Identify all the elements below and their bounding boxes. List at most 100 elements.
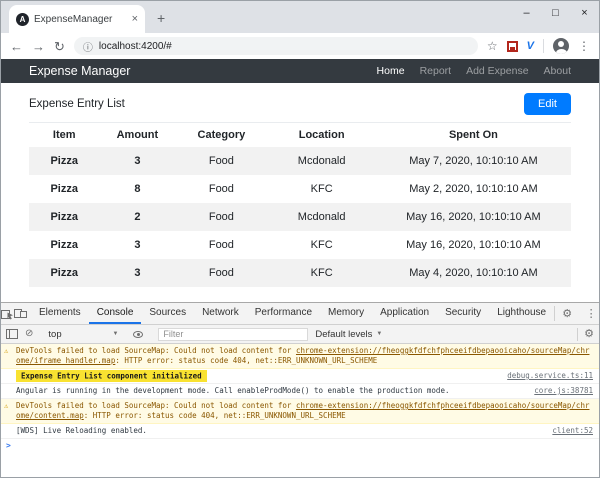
table-cell: Food <box>208 183 234 195</box>
execution-context-label: top <box>48 328 62 340</box>
table-cell: 8 <box>134 183 141 195</box>
console-message: [WDS] Live Reloading enabled. client:52 <box>1 424 599 439</box>
table-cell: May 7, 2020, 10:10:10 AM <box>409 155 538 167</box>
devtools-tab-network[interactable]: Network <box>194 303 247 324</box>
table-cell: Food <box>208 211 234 223</box>
table-cell: 2 <box>134 211 141 223</box>
forward-icon[interactable]: → <box>32 40 45 53</box>
profile-avatar[interactable] <box>553 38 569 54</box>
table-cell: Food <box>208 155 234 167</box>
table-cell: KFC <box>310 267 333 279</box>
log-text: Angular is running in the development mo… <box>16 386 450 395</box>
table-row: Pizza 3 Food KFC May 16, 2020, 10:10:10 AM <box>29 231 571 259</box>
edit-button[interactable]: Edit <box>524 93 571 115</box>
table-cell: May 16, 2020, 10:10:10 AM <box>406 211 541 223</box>
log-text-tail: : HTTP error: status code 404, net::ERR_… <box>83 411 346 420</box>
execution-context-dropdown[interactable]: top ▼ <box>48 329 118 340</box>
source-location-link[interactable]: debug.service.ts:11 <box>495 371 593 381</box>
expense-table-head: Item Amount Category Location Spent On <box>29 122 571 147</box>
table-cell: May 16, 2020, 10:10:10 AM <box>406 239 541 251</box>
column-header-item: Item <box>29 122 100 147</box>
nav-item-about[interactable]: About <box>544 65 571 77</box>
page-info-icon[interactable]: ⓘ <box>83 39 93 54</box>
warning-icon: ⚠ <box>4 402 9 410</box>
devtools-tab-console[interactable]: Console <box>88 303 142 324</box>
console-message-text: Angular is running in the development mo… <box>16 386 522 396</box>
back-icon[interactable]: ← <box>10 40 23 53</box>
divider <box>543 39 544 53</box>
devtools-tab-memory[interactable]: Memory <box>320 303 372 324</box>
page-header: Expense Entry List Edit <box>29 89 571 119</box>
table-row: Pizza 3 Food Mcdonald May 7, 2020, 10:10:10 … <box>29 147 571 175</box>
maximize-button[interactable]: □ <box>541 1 570 25</box>
console-message: ⚠ DevTools failed to load SourceMap: Coul… <box>1 399 599 424</box>
inspect-element-icon[interactable] <box>1 303 14 324</box>
devtools-settings-icon[interactable]: ⚙ <box>555 303 579 324</box>
clear-console-icon[interactable]: ⊘ <box>25 329 33 339</box>
console-toolbar-right: ⚙ <box>577 325 594 344</box>
tab-close-icon[interactable]: × <box>132 13 138 25</box>
app-navbar: Expense Manager Home Report Add Expense Abo… <box>1 59 599 83</box>
url-text: localhost:4200/# <box>98 40 172 52</box>
table-row: Pizza 3 Food KFC May 4, 2020, 10:10:10 AM <box>29 259 571 287</box>
extension-v-icon[interactable]: V <box>527 40 534 52</box>
console-message-text: DevTools failed to load SourceMap: Could… <box>16 401 593 421</box>
devtools-tab-sources[interactable]: Sources <box>141 303 194 324</box>
device-toolbar-icon[interactable] <box>14 303 27 324</box>
log-text-tail: : HTTP error: status code 404, net::ERR_… <box>115 356 378 365</box>
column-header-spent-on: Spent On <box>375 122 571 147</box>
reload-icon[interactable]: ↻ <box>54 40 65 53</box>
console-settings-icon[interactable]: ⚙ <box>584 328 594 340</box>
table-cell: KFC <box>310 239 333 251</box>
console-filter-input[interactable] <box>158 327 309 341</box>
log-levels-label: Default levels <box>315 328 373 340</box>
angular-favicon-icon: A <box>16 12 29 26</box>
devtools-tab-performance[interactable]: Performance <box>247 303 320 324</box>
console-message-text: [WDS] Live Reloading enabled. <box>16 426 540 436</box>
nav-item-home[interactable]: Home <box>377 65 405 77</box>
devtools-tab-security[interactable]: Security <box>437 303 489 324</box>
live-expression-eye-icon[interactable] <box>133 330 144 338</box>
column-header-category: Category <box>175 122 268 147</box>
table-cell: KFC <box>310 183 333 195</box>
column-header-location: Location <box>267 122 376 147</box>
app-brand[interactable]: Expense Manager <box>29 64 130 78</box>
url-field[interactable]: ⓘ localhost:4200/# <box>73 37 478 55</box>
devtools-tab-bar: Elements Console Sources Network Performance… <box>1 303 599 325</box>
source-location-link[interactable]: core.js:38781 <box>522 386 593 396</box>
devtools-tab-elements[interactable]: Elements <box>31 303 89 324</box>
browser-tab-strip: A ExpenseManager × + – □ × <box>1 1 599 33</box>
table-cell: Pizza <box>50 155 78 167</box>
console-sidebar-icon[interactable] <box>6 329 18 339</box>
nav-item-add-expense[interactable]: Add Expense <box>466 65 528 77</box>
browser-tab[interactable]: A ExpenseManager × <box>9 5 145 33</box>
address-bar: ← → ↻ ⓘ localhost:4200/# ☆ V ⋮ <box>1 33 599 59</box>
bookmark-star-icon[interactable]: ☆ <box>487 40 498 52</box>
browser-menu-icon[interactable]: ⋮ <box>578 40 590 52</box>
close-button[interactable]: × <box>570 1 599 25</box>
console-prompt-row[interactable]: > <box>1 439 599 453</box>
log-text: DevTools failed to load SourceMap: Could… <box>16 346 296 355</box>
devtools-tab-lighthouse[interactable]: Lighthouse <box>489 303 554 324</box>
table-cell: 3 <box>134 155 141 167</box>
devtools-menu-icon[interactable]: ⋮ <box>579 303 599 324</box>
table-cell: Food <box>208 267 234 279</box>
devtools-tab-application[interactable]: Application <box>372 303 437 324</box>
devtools-panel: Elements Console Sources Network Performance… <box>1 302 599 477</box>
table-cell: Pizza <box>50 239 78 251</box>
minimize-button[interactable]: – <box>512 1 541 25</box>
table-cell: Mcdonald <box>297 155 346 167</box>
console-message: Angular is running in the development mo… <box>1 384 599 399</box>
nav-item-report[interactable]: Report <box>420 65 452 77</box>
expense-table-body: Pizza 3 Food Mcdonald May 7, 2020, 10:10:10 … <box>29 147 571 287</box>
extension-red-icon[interactable] <box>506 40 518 52</box>
new-tab-button[interactable]: + <box>157 10 165 26</box>
browser-window: A ExpenseManager × + – □ × ← → ↻ ⓘ local… <box>0 0 600 478</box>
table-cell: Food <box>208 239 234 251</box>
table-cell: May 4, 2020, 10:10:10 AM <box>409 267 538 279</box>
chevron-down-icon: ▼ <box>112 331 119 337</box>
source-location-link[interactable]: client:52 <box>540 426 593 436</box>
table-cell: May 2, 2020, 10:10:10 AM <box>409 183 538 195</box>
log-levels-dropdown[interactable]: Default levels ▼ <box>315 329 382 340</box>
window-controls: – □ × <box>512 1 599 25</box>
